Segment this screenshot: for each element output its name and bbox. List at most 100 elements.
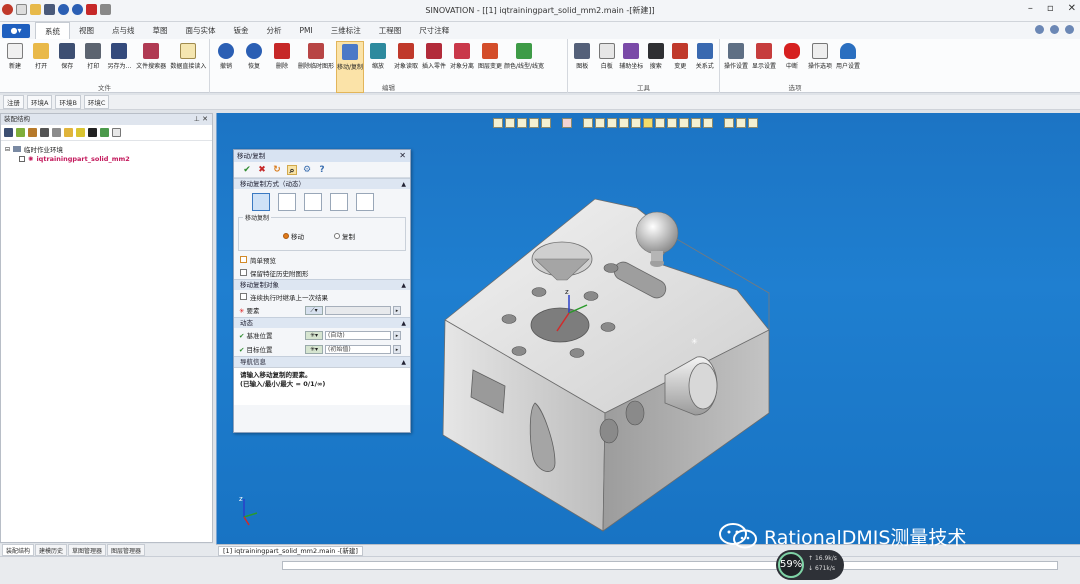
tab-pmi[interactable]: PMI: [291, 22, 322, 39]
options-icon[interactable]: [1065, 25, 1074, 34]
operation-icon: [728, 43, 744, 59]
base-dropdown-icon[interactable]: ▸: [393, 330, 401, 340]
radio-copy[interactable]: 复制: [334, 231, 355, 241]
window-controls: – ▫ ✕: [1028, 3, 1076, 14]
dialog-settings-icon[interactable]: ⚙: [302, 165, 312, 175]
env-register[interactable]: 注册: [3, 95, 24, 109]
command-input[interactable]: [282, 561, 1058, 570]
rotate-mode-icon[interactable]: [304, 193, 322, 211]
help-small-icon[interactable]: [112, 128, 121, 137]
document-tab[interactable]: [1] iqtrainingpart_solid_mm2.main -[新建]: [218, 546, 363, 556]
dialog-toolbar: ✔ ✖ ↻ ⌕ ⚙ ?: [234, 162, 410, 178]
filter-icon[interactable]: [76, 128, 85, 137]
tree-node-part[interactable]: ✺ iqtrainingpart_solid_mm2: [5, 154, 208, 164]
app-menu-button[interactable]: ●▾: [2, 23, 30, 38]
assembly-panel-header: 装配结构 ⊥ ✕: [1, 114, 212, 125]
gear-icon: ✺: [28, 155, 34, 163]
radio-move[interactable]: 移动: [283, 231, 304, 241]
collapse-arrow-icon[interactable]: ▲: [401, 357, 406, 368]
align-mode-icon[interactable]: [356, 193, 374, 211]
save-as-icon: [111, 43, 128, 59]
binoculars-small-icon[interactable]: [88, 128, 97, 137]
tab-sheet-metal[interactable]: 钣金: [225, 22, 258, 39]
tab-surface-solid[interactable]: 面与实体: [177, 22, 225, 39]
checkbox[interactable]: [240, 293, 247, 300]
tab-3d-annotation[interactable]: 三维标注: [322, 22, 370, 39]
help-icon[interactable]: [1035, 25, 1044, 34]
env-a[interactable]: 环境A: [27, 95, 53, 109]
element-field[interactable]: [325, 305, 391, 315]
keep-history-option[interactable]: 保留特征历史附图形: [234, 266, 410, 279]
info-icon[interactable]: [1050, 25, 1059, 34]
environment-bar: 注册 环境A 环境B 环境C: [0, 95, 1080, 110]
translate-mode-icon[interactable]: [252, 193, 270, 211]
element-picker-icon[interactable]: ⟋▾: [305, 305, 323, 315]
section-guide[interactable]: 导航信息 ▲: [234, 356, 410, 367]
element-dropdown-icon[interactable]: ▸: [393, 305, 401, 315]
reset-icon[interactable]: ↻: [272, 165, 282, 175]
refresh-icon[interactable]: [100, 128, 109, 137]
dialog-close-icon[interactable]: ✕: [399, 150, 406, 162]
collapse-arrow-icon[interactable]: ▲: [401, 280, 406, 291]
tab-layer-manager[interactable]: 图层管理器: [107, 544, 146, 556]
base-position-field[interactable]: (自动): [325, 330, 391, 340]
ok-check-icon[interactable]: ✔: [242, 165, 252, 175]
section-dynamic[interactable]: 动态 ▲: [234, 317, 410, 328]
axis-move-icon[interactable]: [278, 193, 296, 211]
tab-assembly[interactable]: 装配结构: [2, 544, 35, 556]
base-picker-icon[interactable]: ✳▾: [305, 330, 323, 340]
target-picker-icon[interactable]: ✳▾: [305, 344, 323, 354]
arrow-icon[interactable]: [16, 128, 25, 137]
pin-icon[interactable]: ⊥ ✕: [194, 114, 208, 125]
mirror-mode-icon[interactable]: [330, 193, 348, 211]
link-icon[interactable]: [28, 128, 37, 137]
radio-dot[interactable]: [283, 233, 289, 239]
tab-analysis[interactable]: 分析: [258, 22, 291, 39]
section-target[interactable]: 移动复制对象 ▲: [234, 279, 410, 290]
tab-dimension[interactable]: 尺寸注释: [410, 22, 458, 39]
dialog-help-icon[interactable]: ?: [317, 165, 327, 175]
disk-icon: [59, 43, 76, 59]
environment-icon: [13, 146, 22, 152]
part-icon[interactable]: [64, 128, 73, 137]
tree-node-root[interactable]: ⊟ 临时作业环境: [5, 144, 208, 155]
cancel-x-icon[interactable]: ✖: [257, 165, 267, 175]
group-tools: 图板 白板 辅助坐标 搜索 变更 关系式 工具: [568, 39, 720, 93]
guide-text: 请输入移动复制的要素。 (已输入/最小/最大 = 0/1/∞): [234, 367, 410, 405]
checkbox[interactable]: [240, 256, 247, 263]
simple-preview-option[interactable]: 简单预览: [234, 253, 410, 266]
tab-view[interactable]: 视图: [70, 22, 103, 39]
close-icon[interactable]: ✕: [1068, 3, 1076, 14]
env-b[interactable]: 环境B: [55, 95, 81, 109]
separate-icon: [454, 43, 470, 59]
minimize-icon[interactable]: –: [1028, 3, 1033, 14]
insert-part-icon: [426, 43, 442, 59]
tab-drawing[interactable]: 工程图: [370, 22, 411, 39]
tree-icon[interactable]: [52, 128, 61, 137]
target-position-field[interactable]: (初始值): [325, 344, 391, 354]
maximize-icon[interactable]: ▫: [1047, 3, 1054, 14]
checkbox[interactable]: [240, 269, 247, 276]
tab-sketch[interactable]: 草图: [144, 22, 177, 39]
layers-icon: [482, 43, 498, 59]
section-move-mode[interactable]: 移动复制方式（动态） ▲: [234, 178, 410, 189]
tab-system[interactable]: 系统: [35, 22, 70, 39]
options-doc-icon: [812, 43, 828, 59]
radio-dot[interactable]: [334, 233, 340, 239]
collapse-arrow-icon[interactable]: ▲: [401, 179, 406, 190]
change-icon: [672, 43, 689, 59]
preview-search-icon[interactable]: ⌕: [287, 164, 297, 176]
tab-sketch-manager[interactable]: 草图管理器: [68, 544, 107, 556]
tab-point-line[interactable]: 点与线: [103, 22, 144, 39]
save-tree-icon[interactable]: [4, 128, 13, 137]
continue-option[interactable]: 连续执行时继承上一次结果: [234, 290, 410, 303]
redo-arrow-icon: [246, 43, 262, 59]
target-dropdown-icon[interactable]: ▸: [393, 344, 401, 354]
collapse-arrow-icon[interactable]: ▲: [401, 318, 406, 329]
env-c[interactable]: 环境C: [83, 95, 110, 109]
network-rates: ↑ 16.9k/s ↓ 671k/s: [808, 555, 837, 572]
ins-icon[interactable]: [40, 128, 49, 137]
visibility-checkbox[interactable]: [19, 156, 25, 162]
collapse-icon[interactable]: ⊟: [5, 146, 10, 153]
tab-history[interactable]: 建模历史: [35, 544, 68, 556]
